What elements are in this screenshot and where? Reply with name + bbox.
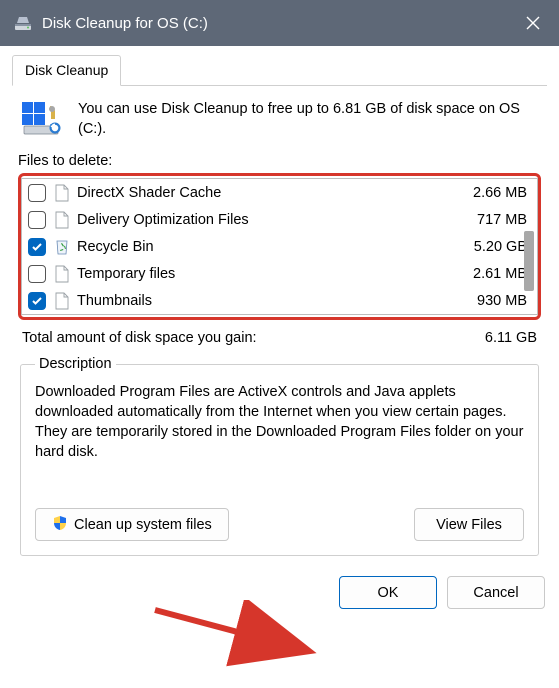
disk-cleanup-large-icon [22,100,64,136]
total-gain-label: Total amount of disk space you gain: [22,330,485,346]
file-checkbox[interactable] [28,265,46,283]
file-icon [53,183,71,203]
file-checkbox[interactable] [28,238,46,256]
total-gain-value: 6.11 GB [485,330,537,346]
files-list-scrollbar[interactable] [524,231,534,291]
file-checkbox[interactable] [28,184,46,202]
file-icon [53,264,71,284]
file-list-row[interactable]: DirectX Shader Cache2.66 MB [22,179,537,206]
file-name: Delivery Optimization Files [77,212,447,228]
title-bar: Disk Cleanup for OS (C:) [0,0,559,46]
intro-text: You can use Disk Cleanup to free up to 6… [78,100,537,139]
file-icon [53,210,71,230]
file-name: Recycle Bin [77,239,447,255]
cancel-button[interactable]: Cancel [447,576,545,609]
file-size: 717 MB [447,212,527,228]
clean-up-system-files-button[interactable]: Clean up system files [35,508,229,541]
close-button[interactable] [507,0,559,46]
file-checkbox[interactable] [28,292,46,310]
cancel-label: Cancel [473,585,518,601]
file-size: 2.66 MB [447,185,527,201]
ok-label: OK [378,585,399,601]
recycle-bin-icon [53,237,71,257]
file-name: DirectX Shader Cache [77,185,447,201]
file-checkbox[interactable] [28,211,46,229]
tab-disk-cleanup[interactable]: Disk Cleanup [12,55,121,86]
dialog-button-bar: OK Cancel [0,556,559,623]
files-to-delete-label: Files to delete: [12,153,547,173]
files-list[interactable]: DirectX Shader Cache2.66 MBDelivery Opti… [22,179,537,314]
description-group: Description Downloaded Program Files are… [20,356,539,556]
file-list-row[interactable]: Temporary files2.61 MB [22,260,537,287]
file-size: 2.61 MB [447,266,527,282]
clean-up-system-files-label: Clean up system files [74,517,212,533]
uac-shield-icon [52,515,68,535]
view-files-button[interactable]: View Files [414,508,524,541]
view-files-label: View Files [436,517,502,533]
file-name: Thumbnails [77,293,447,309]
window-title: Disk Cleanup for OS (C:) [42,15,507,32]
tab-strip: Disk Cleanup [12,54,547,86]
file-icon [53,291,71,311]
disk-cleanup-title-icon [14,14,32,32]
file-size: 930 MB [447,293,527,309]
file-list-row[interactable]: Thumbnails930 MB [22,287,537,314]
ok-button[interactable]: OK [339,576,437,609]
file-name: Temporary files [77,266,447,282]
description-text: Downloaded Program Files are ActiveX con… [35,382,524,486]
description-legend: Description [35,356,116,372]
file-size: 5.20 GB [447,239,527,255]
file-list-row[interactable]: Recycle Bin5.20 GB [22,233,537,260]
file-list-row[interactable]: Delivery Optimization Files717 MB [22,206,537,233]
files-list-highlight: DirectX Shader Cache2.66 MBDelivery Opti… [18,173,541,320]
